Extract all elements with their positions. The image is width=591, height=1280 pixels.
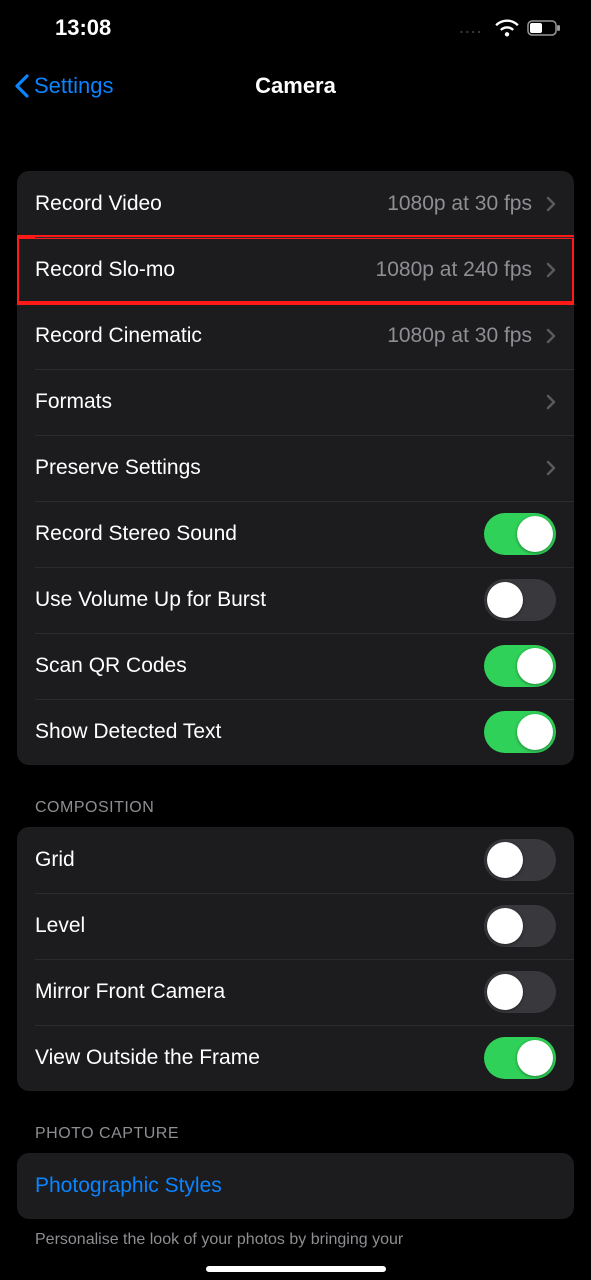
nav-header: Settings Camera xyxy=(0,56,591,116)
status-time: 13:08 xyxy=(55,15,111,41)
chevron-right-icon xyxy=(546,460,556,476)
row-label: Show Detected Text xyxy=(35,720,221,744)
row-scan-qr: Scan QR Codes xyxy=(17,633,574,699)
settings-group-photo-capture: Photographic Styles xyxy=(17,1153,574,1219)
row-detected-text: Show Detected Text xyxy=(17,699,574,765)
row-level: Level xyxy=(17,893,574,959)
cellular-dots-icon: .... xyxy=(459,20,483,36)
row-record-video[interactable]: Record Video 1080p at 30 fps xyxy=(17,171,574,237)
row-label: Photographic Styles xyxy=(35,1174,222,1198)
toggle-level[interactable] xyxy=(484,905,556,947)
section-header-photo-capture: PHOTO CAPTURE xyxy=(17,1091,574,1153)
row-label: Record Video xyxy=(35,192,162,216)
row-label: Record Cinematic xyxy=(35,324,202,348)
footer-text: Personalise the look of your photos by b… xyxy=(17,1219,574,1249)
chevron-right-icon xyxy=(546,196,556,212)
toggle-detected-text[interactable] xyxy=(484,711,556,753)
row-detail: 1080p at 30 fps xyxy=(387,324,532,348)
row-label: Record Slo-mo xyxy=(35,258,175,282)
row-volume-burst: Use Volume Up for Burst xyxy=(17,567,574,633)
row-label: Preserve Settings xyxy=(35,456,201,480)
battery-icon xyxy=(527,20,561,36)
row-label: Use Volume Up for Burst xyxy=(35,588,266,612)
status-bar: 13:08 .... xyxy=(0,0,591,56)
row-label: Level xyxy=(35,914,85,938)
toggle-grid[interactable] xyxy=(484,839,556,881)
row-label: Grid xyxy=(35,848,75,872)
status-right: .... xyxy=(459,19,561,37)
toggle-scan-qr[interactable] xyxy=(484,645,556,687)
wifi-icon xyxy=(495,19,519,37)
row-label: View Outside the Frame xyxy=(35,1046,260,1070)
row-formats[interactable]: Formats xyxy=(17,369,574,435)
settings-group-composition: Grid Level Mirror Front Camera View Outs… xyxy=(17,827,574,1091)
row-view-outside: View Outside the Frame xyxy=(17,1025,574,1091)
page-title: Camera xyxy=(255,73,336,99)
row-label: Formats xyxy=(35,390,112,414)
toggle-stereo-sound[interactable] xyxy=(484,513,556,555)
toggle-view-outside[interactable] xyxy=(484,1037,556,1079)
row-detail: 1080p at 240 fps xyxy=(376,258,532,282)
settings-group-recording: Record Video 1080p at 30 fps Record Slo-… xyxy=(17,171,574,765)
row-grid: Grid xyxy=(17,827,574,893)
toggle-mirror-front[interactable] xyxy=(484,971,556,1013)
chevron-left-icon xyxy=(14,74,30,98)
row-label: Mirror Front Camera xyxy=(35,980,225,1004)
chevron-right-icon xyxy=(546,262,556,278)
toggle-volume-burst[interactable] xyxy=(484,579,556,621)
row-photographic-styles[interactable]: Photographic Styles xyxy=(17,1153,574,1219)
back-button[interactable]: Settings xyxy=(14,73,114,99)
home-indicator[interactable] xyxy=(206,1266,386,1272)
section-header-composition: COMPOSITION xyxy=(17,765,574,827)
row-label: Record Stereo Sound xyxy=(35,522,237,546)
chevron-right-icon xyxy=(546,394,556,410)
row-detail: 1080p at 30 fps xyxy=(387,192,532,216)
chevron-right-icon xyxy=(546,328,556,344)
back-label: Settings xyxy=(34,73,114,99)
row-record-cinematic[interactable]: Record Cinematic 1080p at 30 fps xyxy=(17,303,574,369)
row-record-slomo[interactable]: Record Slo-mo 1080p at 240 fps xyxy=(17,237,574,303)
row-mirror-front: Mirror Front Camera xyxy=(17,959,574,1025)
row-preserve-settings[interactable]: Preserve Settings xyxy=(17,435,574,501)
row-stereo-sound: Record Stereo Sound xyxy=(17,501,574,567)
row-label: Scan QR Codes xyxy=(35,654,187,678)
